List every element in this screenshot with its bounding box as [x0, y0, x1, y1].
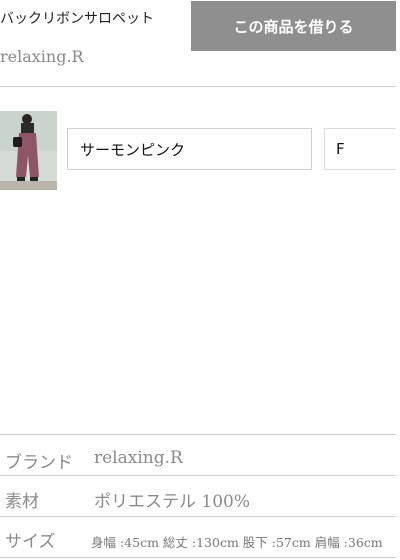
divider — [0, 557, 396, 558]
color-value: サーモンピンク — [80, 140, 186, 159]
divider — [0, 516, 396, 517]
size-value: F — [336, 140, 345, 158]
divider — [0, 475, 396, 476]
divider — [0, 434, 396, 435]
product-photo-icon — [0, 111, 57, 190]
product-thumbnail[interactable] — [0, 111, 57, 190]
product-title: バックリボンサロペット — [0, 11, 154, 27]
spec-label-brand: ブランド — [5, 453, 73, 473]
size-select[interactable]: F — [324, 128, 396, 170]
rent-button[interactable]: この商品を借りる — [191, 1, 396, 51]
divider — [0, 86, 396, 87]
spec-label-material: 素材 — [5, 492, 39, 512]
spec-value-material: ポリエステル 100% — [94, 492, 251, 512]
spec-value-size: 身幅 :45cm 総丈 :130cm 股下 :57cm 肩幅 :36cm — [91, 535, 383, 550]
spec-value-brand: relaxing.R — [94, 448, 183, 468]
color-select[interactable]: サーモンピンク — [67, 128, 312, 170]
spec-label-size: サイズ — [5, 532, 56, 552]
brand-name: relaxing.R — [0, 47, 84, 66]
